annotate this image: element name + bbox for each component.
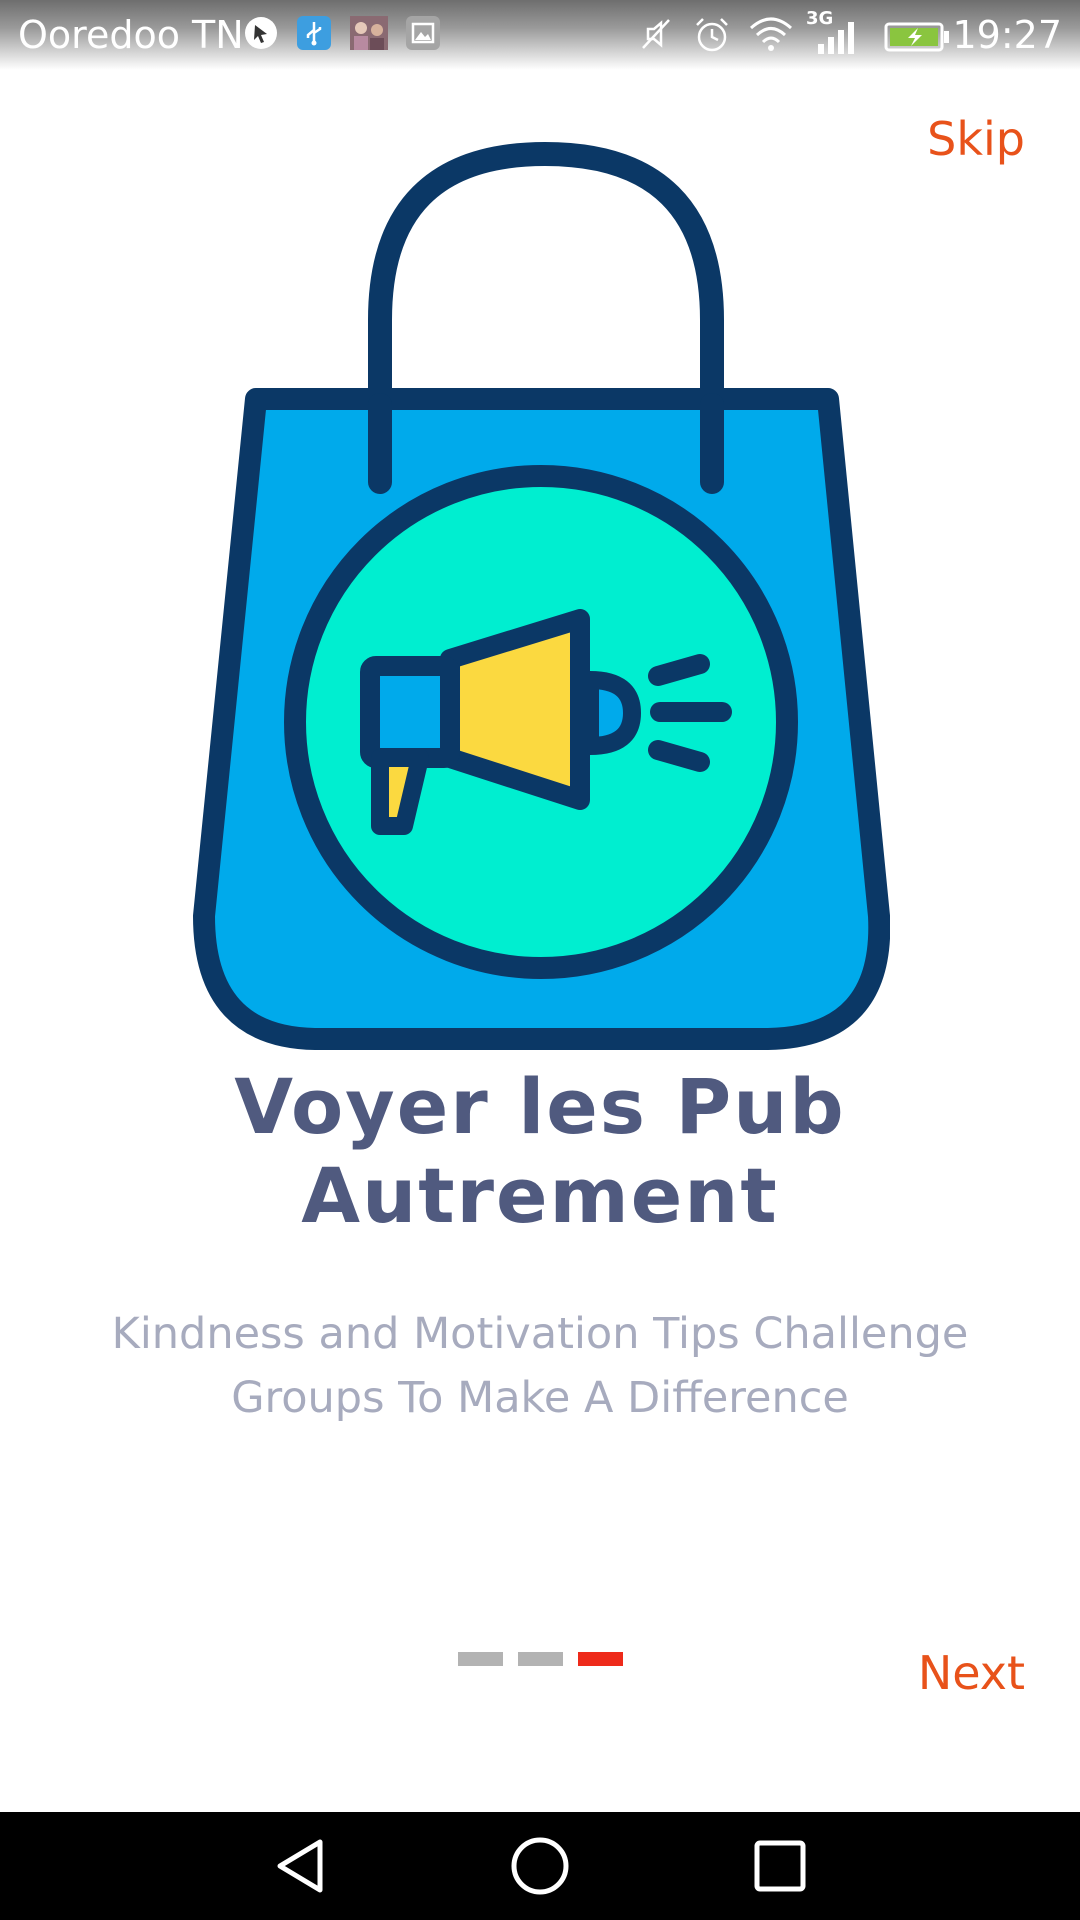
carrier-name: Ooredoo TN	[18, 13, 244, 57]
page-title: Voyer les Pub Autrement	[234, 1062, 846, 1240]
page-subtitle: Kindness and Motivation Tips Challenge G…	[111, 1309, 969, 1423]
status-time: 19:27	[952, 13, 1062, 57]
skip-button[interactable]: Skip	[927, 112, 1025, 166]
back-icon[interactable]	[270, 1836, 330, 1896]
photo-thumbnail-icon	[350, 16, 388, 50]
mute-icon	[642, 19, 670, 49]
gallery-icon	[406, 16, 440, 50]
page-dot-2	[518, 1652, 563, 1666]
usb-icon	[297, 16, 331, 50]
recents-icon[interactable]	[750, 1836, 810, 1896]
cursor-notification-icon	[245, 17, 277, 49]
alarm-icon	[696, 18, 728, 52]
page-dot-1	[458, 1652, 503, 1666]
page-dot-3	[578, 1652, 623, 1666]
next-button[interactable]: Next	[918, 1646, 1025, 1700]
signal-icon	[818, 22, 854, 54]
navigation-bar	[0, 1812, 1080, 1920]
shopping-bag-megaphone-icon	[193, 141, 890, 1050]
wifi-icon	[749, 17, 793, 51]
status-bar: Ooredoo TN 3G 19:27	[0, 0, 1080, 70]
home-icon[interactable]	[510, 1836, 570, 1896]
battery-charging-icon	[884, 22, 949, 52]
